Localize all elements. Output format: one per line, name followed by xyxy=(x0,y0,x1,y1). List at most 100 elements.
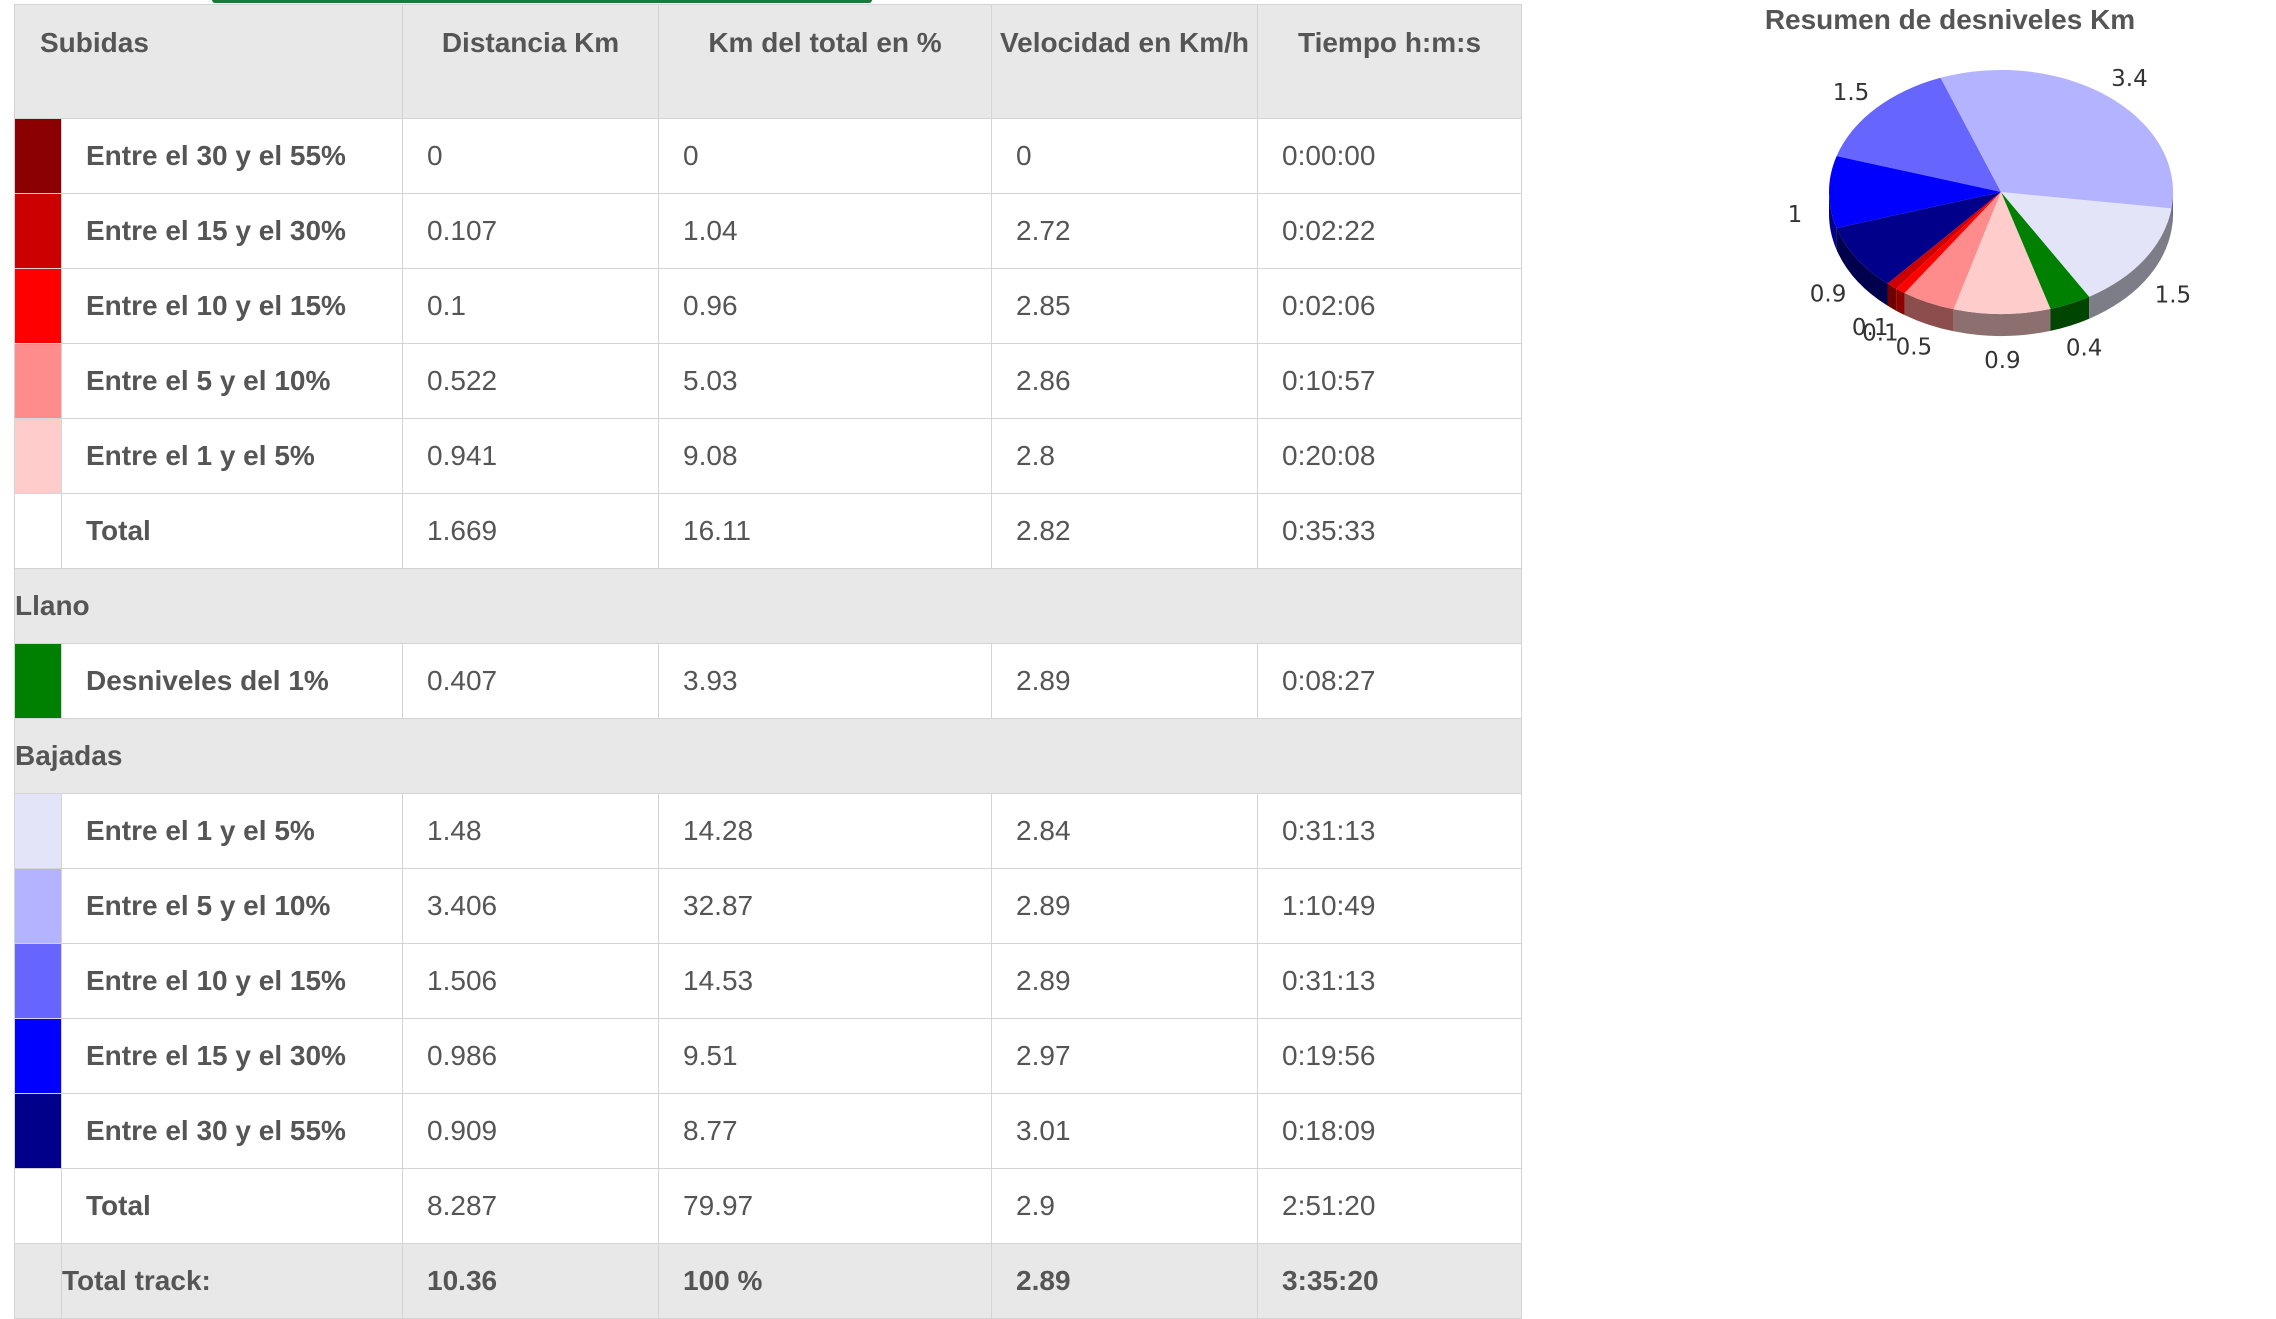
speed-cell: 2.9 xyxy=(991,1168,1259,1244)
header-subidas: Subidas xyxy=(13,4,404,119)
pie-slice-label: 0.9 xyxy=(1810,281,1847,307)
time-cell: 0:08:27 xyxy=(1257,643,1523,719)
pie-slice-label: 0.9 xyxy=(1984,348,2021,374)
total-track-row: Total track: 10.36 100 % 2.89 3:35:20 xyxy=(14,1243,1523,1319)
distance-cell: 0.986 xyxy=(402,1018,660,1094)
slope-pie-chart: 1.510.90.10.10.50.9 0.41.53.4 xyxy=(1788,66,2192,374)
total-track-distance: 10.36 xyxy=(402,1243,660,1319)
time-cell: 0:10:57 xyxy=(1257,343,1523,419)
row-label: Entre el 15 y el 30% xyxy=(60,193,404,269)
table-row: Total 8.287 79.97 2.9 2:51:20 xyxy=(14,1168,1523,1244)
pie-slice-label: 1.5 xyxy=(2155,282,2192,308)
percent-cell: 8.77 xyxy=(658,1093,993,1169)
section-title-llano: Llano xyxy=(13,568,1523,644)
row-label: Desniveles del 1% xyxy=(60,643,404,719)
table-row: Entre el 10 y el 15% 0.1 0.96 2.85 0:02:06 xyxy=(14,268,1523,344)
percent-cell: 0.96 xyxy=(658,268,993,344)
table-row: Entre el 15 y el 30% 0.986 9.51 2.97 0:19:56 xyxy=(14,1018,1523,1094)
time-cell: 0:18:09 xyxy=(1257,1093,1523,1169)
llano-group: Desniveles del 1% 0.407 3.93 2.89 0:08:27 xyxy=(14,643,1523,719)
speed-cell: 0 xyxy=(991,118,1259,194)
distance-cell: 8.287 xyxy=(402,1168,660,1244)
table-row: Entre el 30 y el 55% 0 0 0 0:00:00 xyxy=(14,118,1523,194)
percent-cell: 32.87 xyxy=(658,868,993,944)
percent-cell: 3.93 xyxy=(658,643,993,719)
distance-cell: 0.407 xyxy=(402,643,660,719)
color-swatch xyxy=(14,643,62,719)
total-track-swatch xyxy=(14,1243,62,1319)
table-row: Entre el 30 y el 55% 0.909 8.77 3.01 0:18:09 xyxy=(14,1093,1523,1169)
percent-cell: 16.11 xyxy=(658,493,993,569)
row-label: Entre el 1 y el 5% xyxy=(60,418,404,494)
pie-slice-label: 3.4 xyxy=(2111,66,2148,92)
table-row: Entre el 10 y el 15% 1.506 14.53 2.89 0:31:1… xyxy=(14,943,1523,1019)
color-swatch xyxy=(14,943,62,1019)
color-swatch xyxy=(14,118,62,194)
distance-cell: 1.48 xyxy=(402,793,660,869)
pie-slice-label: 1.5 xyxy=(1833,80,1870,106)
bajadas-section: Bajadas xyxy=(13,718,1523,794)
time-cell: 0:02:22 xyxy=(1257,193,1523,269)
distance-cell: 0 xyxy=(402,118,660,194)
pie-slice-side xyxy=(1896,288,1905,316)
speed-cell: 2.89 xyxy=(991,643,1259,719)
percent-cell: 9.08 xyxy=(658,418,993,494)
time-cell: 0:00:00 xyxy=(1257,118,1523,194)
subidas-group: Entre el 30 y el 55% 0 0 0 0:00:00 Entre el 1… xyxy=(14,118,1523,569)
table-row: Entre el 1 y el 5% 0.941 9.08 2.8 0:20:08 xyxy=(14,418,1523,494)
time-cell: 0:19:56 xyxy=(1257,1018,1523,1094)
color-swatch xyxy=(14,1093,62,1169)
distance-cell: 0.941 xyxy=(402,418,660,494)
bajadas-group: Entre el 1 y el 5% 1.48 14.28 2.84 0:31:13 En… xyxy=(14,793,1523,1244)
time-cell: 0:35:33 xyxy=(1257,493,1523,569)
row-label: Entre el 10 y el 15% xyxy=(60,268,404,344)
pie-slice-label: 0.5 xyxy=(1896,334,1933,360)
total-track-label: Total track: xyxy=(60,1243,404,1319)
top-accent-bar xyxy=(212,0,872,3)
header-porcentaje: Km del total en % xyxy=(658,4,993,119)
row-label: Entre el 5 y el 10% xyxy=(60,343,404,419)
time-cell: 1:10:49 xyxy=(1257,868,1523,944)
row-label: Total xyxy=(60,493,404,569)
row-label: Entre el 15 y el 30% xyxy=(60,1018,404,1094)
distance-cell: 1.669 xyxy=(402,493,660,569)
color-swatch xyxy=(14,1168,62,1244)
table-row: Entre el 15 y el 30% 0.107 1.04 2.72 0:02:22 xyxy=(14,193,1523,269)
speed-cell: 2.89 xyxy=(991,943,1259,1019)
color-swatch xyxy=(14,268,62,344)
distance-cell: 0.107 xyxy=(402,193,660,269)
time-cell: 0:31:13 xyxy=(1257,793,1523,869)
table-row: Total 1.669 16.11 2.82 0:35:33 xyxy=(14,493,1523,569)
table-header-row: Subidas Distancia Km Km del total en % V… xyxy=(13,4,1523,119)
speed-cell: 2.89 xyxy=(991,868,1259,944)
header-tiempo: Tiempo h:m:s xyxy=(1257,4,1523,119)
percent-cell: 14.28 xyxy=(658,793,993,869)
time-cell: 0:31:13 xyxy=(1257,943,1523,1019)
percent-cell: 79.97 xyxy=(658,1168,993,1244)
llano-section: Llano xyxy=(13,568,1523,644)
color-swatch xyxy=(14,418,62,494)
percent-cell: 14.53 xyxy=(658,943,993,1019)
total-track-time: 3:35:20 xyxy=(1257,1243,1523,1319)
distance-cell: 0.909 xyxy=(402,1093,660,1169)
color-swatch xyxy=(14,343,62,419)
total-track-speed: 2.89 xyxy=(991,1243,1259,1319)
percent-cell: 1.04 xyxy=(658,193,993,269)
distance-cell: 0.1 xyxy=(402,268,660,344)
percent-cell: 0 xyxy=(658,118,993,194)
pie-slice-label: 0.4 xyxy=(2066,336,2103,362)
table-row: Entre el 5 y el 10% 0.522 5.03 2.86 0:10:57 xyxy=(14,343,1523,419)
color-swatch xyxy=(14,868,62,944)
pie-slice-label: 0.1 xyxy=(1862,320,1899,346)
color-swatch xyxy=(14,793,62,869)
slope-stats-table: Subidas Distancia Km Km del total en % V… xyxy=(13,4,1523,1319)
total-track-group: Total track: 10.36 100 % 2.89 3:35:20 xyxy=(14,1243,1523,1319)
time-cell: 0:02:06 xyxy=(1257,268,1523,344)
row-label: Entre el 10 y el 15% xyxy=(60,943,404,1019)
header-distancia: Distancia Km xyxy=(402,4,660,119)
chart-title: Resumen de desniveles Km xyxy=(1764,4,2136,35)
speed-cell: 2.97 xyxy=(991,1018,1259,1094)
table-row: Entre el 1 y el 5% 1.48 14.28 2.84 0:31:13 xyxy=(14,793,1523,869)
speed-cell: 2.84 xyxy=(991,793,1259,869)
distance-cell: 3.406 xyxy=(402,868,660,944)
